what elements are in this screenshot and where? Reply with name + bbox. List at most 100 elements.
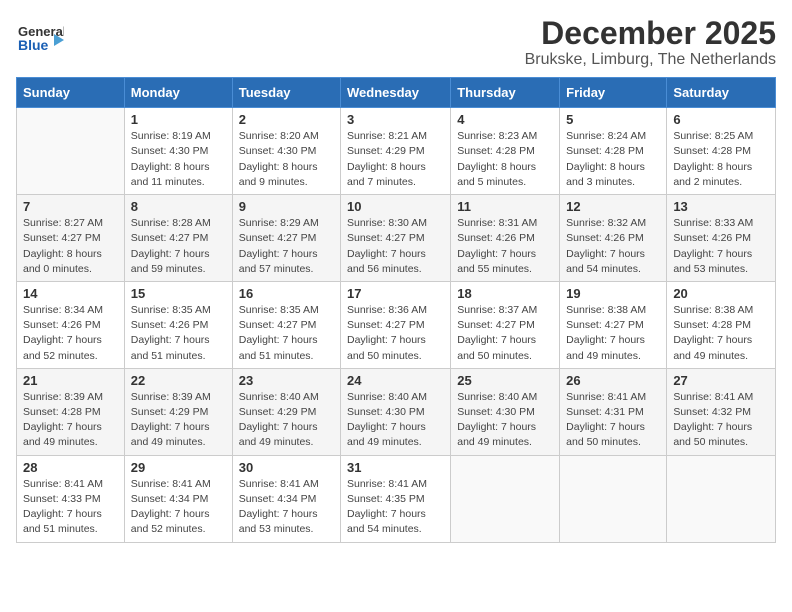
day-number: 7 [23, 199, 118, 214]
calendar-subtitle: Brukske, Limburg, The Netherlands [525, 51, 776, 69]
day-number: 13 [673, 199, 769, 214]
day-of-week-header: Saturday [667, 78, 776, 108]
calendar-cell: 26 Sunrise: 8:41 AM Sunset: 4:31 PM Dayli… [560, 368, 667, 455]
day-info: Sunrise: 8:21 AM Sunset: 4:29 PM Dayligh… [347, 129, 444, 190]
day-number: 4 [457, 112, 553, 127]
day-number: 21 [23, 373, 118, 388]
calendar-week-row: 14 Sunrise: 8:34 AM Sunset: 4:26 PM Dayli… [17, 281, 776, 368]
day-number: 10 [347, 199, 444, 214]
calendar-cell: 11 Sunrise: 8:31 AM Sunset: 4:26 PM Dayli… [451, 195, 560, 282]
calendar-cell: 27Sunrise: 8:41 AM Sunset: 4:32 PM Dayli… [667, 368, 776, 455]
calendar-cell: 21 Sunrise: 8:39 AM Sunset: 4:28 PM Dayli… [17, 368, 125, 455]
day-info: Sunrise: 8:40 AM Sunset: 4:30 PM Dayligh… [457, 390, 553, 451]
day-info: Sunrise: 8:24 AM Sunset: 4:28 PM Dayligh… [566, 129, 660, 190]
calendar-cell: 28Sunrise: 8:41 AM Sunset: 4:33 PM Dayli… [17, 455, 125, 542]
day-number: 6 [673, 112, 769, 127]
day-number: 29 [131, 460, 226, 475]
day-number: 20 [673, 286, 769, 301]
day-info: Sunrise: 8:35 AM Sunset: 4:27 PM Dayligh… [239, 303, 334, 364]
day-number: 1 [131, 112, 226, 127]
day-info: Sunrise: 8:35 AM Sunset: 4:26 PM Dayligh… [131, 303, 226, 364]
day-info: Sunrise: 8:37 AM Sunset: 4:27 PM Dayligh… [457, 303, 553, 364]
calendar-cell [17, 108, 125, 195]
day-info: Sunrise: 8:31 AM Sunset: 4:26 PM Dayligh… [457, 216, 553, 277]
calendar-cell: 15 Sunrise: 8:35 AM Sunset: 4:26 PM Dayli… [124, 281, 232, 368]
calendar-cell: 23Sunrise: 8:40 AM Sunset: 4:29 PM Dayli… [232, 368, 340, 455]
day-number: 14 [23, 286, 118, 301]
day-info: Sunrise: 8:41 AM Sunset: 4:34 PM Dayligh… [239, 477, 334, 538]
logo: General Blue [16, 16, 64, 64]
calendar-cell: 14 Sunrise: 8:34 AM Sunset: 4:26 PM Dayli… [17, 281, 125, 368]
day-info: Sunrise: 8:39 AM Sunset: 4:28 PM Dayligh… [23, 390, 118, 451]
day-info: Sunrise: 8:20 AM Sunset: 4:30 PM Dayligh… [239, 129, 334, 190]
calendar-cell: 8 Sunrise: 8:28 AM Sunset: 4:27 PM Daylig… [124, 195, 232, 282]
calendar-cell: 4 Sunrise: 8:23 AM Sunset: 4:28 PM Daylig… [451, 108, 560, 195]
day-number: 2 [239, 112, 334, 127]
day-number: 25 [457, 373, 553, 388]
day-info: Sunrise: 8:38 AM Sunset: 4:27 PM Dayligh… [566, 303, 660, 364]
day-info: Sunrise: 8:32 AM Sunset: 4:26 PM Dayligh… [566, 216, 660, 277]
day-info: Sunrise: 8:23 AM Sunset: 4:28 PM Dayligh… [457, 129, 553, 190]
day-number: 8 [131, 199, 226, 214]
calendar-cell [560, 455, 667, 542]
day-of-week-header: Wednesday [341, 78, 451, 108]
calendar-cell: 29 Sunrise: 8:41 AM Sunset: 4:34 PM Dayli… [124, 455, 232, 542]
day-number: 31 [347, 460, 444, 475]
calendar-cell: 12Sunrise: 8:32 AM Sunset: 4:26 PM Dayli… [560, 195, 667, 282]
day-number: 30 [239, 460, 334, 475]
page-header: General Blue December 2025 Brukske, Limb… [16, 16, 776, 69]
calendar-cell: 20 Sunrise: 8:38 AM Sunset: 4:28 PM Dayli… [667, 281, 776, 368]
day-info: Sunrise: 8:41 AM Sunset: 4:32 PM Dayligh… [673, 390, 769, 451]
calendar-cell: 24Sunrise: 8:40 AM Sunset: 4:30 PM Dayli… [341, 368, 451, 455]
day-info: Sunrise: 8:41 AM Sunset: 4:31 PM Dayligh… [566, 390, 660, 451]
calendar-cell: 16 Sunrise: 8:35 AM Sunset: 4:27 PM Dayli… [232, 281, 340, 368]
logo-icon: General Blue [16, 16, 64, 64]
calendar-cell: 22Sunrise: 8:39 AM Sunset: 4:29 PM Dayli… [124, 368, 232, 455]
day-info: Sunrise: 8:38 AM Sunset: 4:28 PM Dayligh… [673, 303, 769, 364]
day-number: 18 [457, 286, 553, 301]
day-number: 23 [239, 373, 334, 388]
calendar-week-row: 1 Sunrise: 8:19 AM Sunset: 4:30 PM Daylig… [17, 108, 776, 195]
title-block: December 2025 Brukske, Limburg, The Neth… [525, 16, 776, 69]
calendar-cell: 6Sunrise: 8:25 AM Sunset: 4:28 PM Daylig… [667, 108, 776, 195]
calendar-cell: 3Sunrise: 8:21 AM Sunset: 4:29 PM Daylig… [341, 108, 451, 195]
day-info: Sunrise: 8:34 AM Sunset: 4:26 PM Dayligh… [23, 303, 118, 364]
day-info: Sunrise: 8:41 AM Sunset: 4:35 PM Dayligh… [347, 477, 444, 538]
day-number: 11 [457, 199, 553, 214]
day-number: 26 [566, 373, 660, 388]
day-number: 17 [347, 286, 444, 301]
calendar-title: December 2025 [525, 16, 776, 51]
calendar-cell: 30 Sunrise: 8:41 AM Sunset: 4:34 PM Dayli… [232, 455, 340, 542]
day-number: 19 [566, 286, 660, 301]
day-of-week-header: Sunday [17, 78, 125, 108]
calendar-cell [451, 455, 560, 542]
day-info: Sunrise: 8:33 AM Sunset: 4:26 PM Dayligh… [673, 216, 769, 277]
calendar-cell: 7Sunrise: 8:27 AM Sunset: 4:27 PM Daylig… [17, 195, 125, 282]
calendar-cell: 17Sunrise: 8:36 AM Sunset: 4:27 PM Dayli… [341, 281, 451, 368]
calendar-cell: 19 Sunrise: 8:38 AM Sunset: 4:27 PM Dayli… [560, 281, 667, 368]
day-number: 16 [239, 286, 334, 301]
day-of-week-header: Monday [124, 78, 232, 108]
calendar-cell: 5 Sunrise: 8:24 AM Sunset: 4:28 PM Daylig… [560, 108, 667, 195]
day-info: Sunrise: 8:19 AM Sunset: 4:30 PM Dayligh… [131, 129, 226, 190]
calendar-cell: 9Sunrise: 8:29 AM Sunset: 4:27 PM Daylig… [232, 195, 340, 282]
day-number: 5 [566, 112, 660, 127]
day-number: 24 [347, 373, 444, 388]
day-info: Sunrise: 8:41 AM Sunset: 4:33 PM Dayligh… [23, 477, 118, 538]
calendar-cell: 18 Sunrise: 8:37 AM Sunset: 4:27 PM Dayli… [451, 281, 560, 368]
calendar-week-row: 7Sunrise: 8:27 AM Sunset: 4:27 PM Daylig… [17, 195, 776, 282]
day-number: 15 [131, 286, 226, 301]
calendar-header-row: SundayMondayTuesdayWednesdayThursdayFrid… [17, 78, 776, 108]
calendar-week-row: 21 Sunrise: 8:39 AM Sunset: 4:28 PM Dayli… [17, 368, 776, 455]
calendar-cell: 2 Sunrise: 8:20 AM Sunset: 4:30 PM Daylig… [232, 108, 340, 195]
calendar-week-row: 28Sunrise: 8:41 AM Sunset: 4:33 PM Dayli… [17, 455, 776, 542]
calendar-table: SundayMondayTuesdayWednesdayThursdayFrid… [16, 77, 776, 542]
day-info: Sunrise: 8:28 AM Sunset: 4:27 PM Dayligh… [131, 216, 226, 277]
calendar-cell: 31 Sunrise: 8:41 AM Sunset: 4:35 PM Dayli… [341, 455, 451, 542]
day-of-week-header: Tuesday [232, 78, 340, 108]
day-info: Sunrise: 8:41 AM Sunset: 4:34 PM Dayligh… [131, 477, 226, 538]
calendar-cell [667, 455, 776, 542]
day-number: 22 [131, 373, 226, 388]
calendar-cell: 10Sunrise: 8:30 AM Sunset: 4:27 PM Dayli… [341, 195, 451, 282]
calendar-cell: 25 Sunrise: 8:40 AM Sunset: 4:30 PM Dayli… [451, 368, 560, 455]
